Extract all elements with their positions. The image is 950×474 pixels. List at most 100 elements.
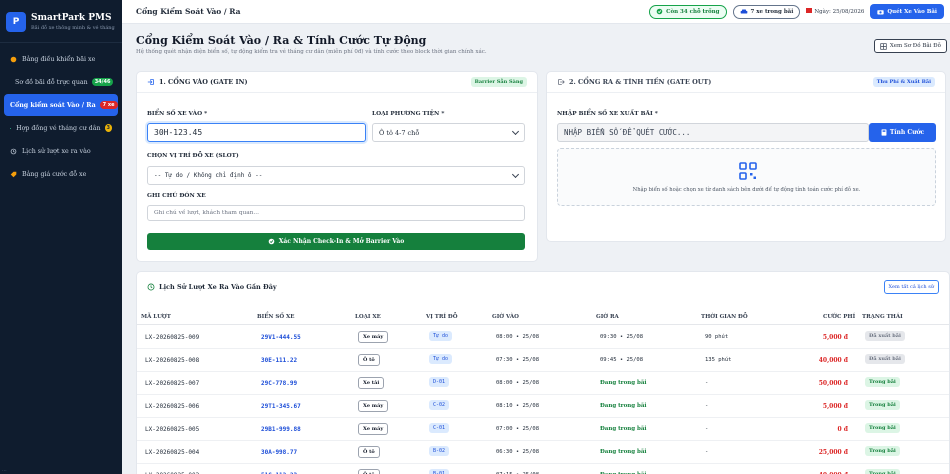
row-status-badge: Trong bãi	[865, 446, 900, 456]
brand[interactable]: P SmartPark PMS Bãi đỗ xe thông minh & v…	[0, 0, 122, 43]
table-row[interactable]: LX-20260825-009 29V1-444.55 Xe máy Tự do 08:…	[137, 326, 949, 349]
row-slot: D-01	[429, 377, 450, 387]
history-icon	[147, 283, 155, 291]
row-time-out: Đang trong bãi	[600, 449, 647, 455]
gate-out-header: 2. CỔNG RA & TÍNH TIỀN (GATE OUT) Thu Ph…	[547, 72, 945, 93]
brand-subtitle: Bãi đỗ xe thông minh & vé tháng	[31, 25, 115, 31]
brand-title: SmartPark PMS	[31, 13, 112, 23]
plate-in-input[interactable]: 30H-123.45	[147, 123, 366, 142]
row-time-in: 07:30 • 25/08	[496, 357, 540, 363]
topbar: Cổng Kiểm Soát Vào / Ra Còn 34 chỗ trống…	[122, 0, 950, 24]
sidebar-nav: Bảng điều khiển bãi xe Sơ đồ bãi đỗ trực…	[0, 43, 122, 185]
row-id: LX-20260825-005	[145, 426, 200, 433]
vehicle-type-label: LOẠI PHƯƠNG TIỆN *	[372, 111, 445, 117]
page-title: Cổng Kiểm Soát Vào / Ra & Tính Cước Tự Đ…	[136, 34, 427, 47]
row-fee: 40,000 đ	[818, 357, 848, 364]
sidebar-item-contracts[interactable]: Hợp đồng vé tháng cư dân 3	[4, 117, 118, 139]
sidebar-item-label: Hợp đồng vé tháng cư dân	[16, 124, 101, 132]
sidebar-item-label: Bảng điều khiển bãi xe	[22, 55, 96, 63]
table-row[interactable]: LX-20260825-00351G-112.23Ô tôB-0107:15 •…	[137, 464, 949, 474]
view-map-button[interactable]: Xem Sơ Đồ Bãi Đỗ	[873, 39, 947, 53]
row-vehicle-type: Ô tô	[358, 354, 380, 366]
row-vehicle-type: Xe máy	[358, 331, 389, 343]
fee-result-area: Nhập biển số hoặc chọn xe từ danh sách b…	[557, 148, 936, 206]
main-content: Cổng Kiểm Soát Vào / Ra & Tính Cước Tự Đ…	[122, 24, 950, 474]
row-status-badge: Trong bãi	[865, 400, 900, 410]
row-status-badge: Trong bãi	[865, 377, 900, 387]
note-input[interactable]: Ghi chú về lượt, khách tham quan...	[147, 205, 525, 221]
cars-in-pill[interactable]: 7 xe trong bãi	[732, 4, 801, 19]
row-time-out: Đang trong bãi	[600, 403, 647, 409]
row-plate[interactable]: 29C-778.99	[261, 380, 297, 387]
camera-icon	[877, 9, 885, 14]
flag-icon	[806, 8, 813, 13]
row-time-in: 08:00 • 25/08	[496, 380, 540, 386]
table-row[interactable]: LX-20260825-004 30A-998.77 Ô tô B-02 06:30 •…	[137, 441, 949, 464]
plate-out-input[interactable]: NHẬP BIỂN SỐ ĐỂ QUÉT CƯỚC...	[557, 123, 869, 142]
col-type: LOẠI XE	[355, 314, 381, 320]
date-label: Ngày: 25/08/2026	[814, 9, 865, 15]
row-vehicle-type: Xe máy	[358, 400, 389, 412]
vehicle-type-select[interactable]: Ô tô 4-7 chỗ	[372, 123, 525, 142]
sidebar-item-dashboard[interactable]: Bảng điều khiển bãi xe	[4, 48, 118, 70]
history-icon	[10, 148, 17, 154]
sidebar-item-map[interactable]: Sơ đồ bãi đỗ trực quan 34/46	[4, 71, 118, 93]
free-slots-pill[interactable]: Còn 34 chỗ trống	[649, 4, 727, 19]
row-vehicle-type: Ô tô	[358, 469, 380, 474]
scan-in-button[interactable]: Quét Xe Vào Bãi	[870, 4, 944, 19]
sidebar-item-label: Bảng giá cước đỗ xe	[22, 170, 87, 178]
table-row[interactable]: LX-20260825-008 30E-111.22 Ô tô Tự do 07:30 …	[137, 349, 949, 372]
table-row[interactable]: LX-20260825-006 29T1-345.67 Xe máy C-02 08:1…	[137, 395, 949, 418]
row-fee: 50,000 đ	[818, 380, 848, 387]
row-plate[interactable]: 29T1-345.67	[261, 403, 301, 410]
col-id: MÃ LƯỢT	[141, 314, 171, 320]
row-duration: -	[705, 380, 709, 386]
history-header: Lịch Sử Lượt Xe Ra Vào Gần Đây	[147, 283, 277, 291]
slot-select[interactable]: -- Tự do / Không chỉ định ô --	[147, 166, 525, 185]
cars-in-badge: 7 xe	[99, 101, 118, 109]
scan-in-label: Quét Xe Vào Bãi	[887, 8, 937, 15]
table-row[interactable]: LX-20260825-007 29C-778.99 Xe tải D-01 08:00…	[137, 372, 949, 395]
plate-in-label: BIỂN SỐ XE VÀO *	[147, 111, 208, 117]
qr-code-icon	[739, 162, 757, 180]
chevron-down-icon	[511, 127, 520, 136]
row-id: LX-20260825-009	[145, 334, 200, 341]
sidebar-item-history[interactable]: Lịch sử lượt xe ra vào	[4, 140, 118, 162]
dashboard-icon	[10, 56, 17, 62]
vehicle-type-value: Ô tô 4-7 chỗ	[379, 128, 420, 137]
col-fee: CƯỚC PHÍ	[823, 314, 856, 320]
calculator-icon	[881, 129, 887, 136]
row-slot: Tự do	[429, 331, 453, 341]
row-duration: 135 phút	[705, 357, 732, 363]
row-id: LX-20260825-008	[145, 357, 200, 364]
row-plate[interactable]: 29V1-444.55	[261, 334, 301, 341]
row-plate[interactable]: 30A-998.77	[261, 449, 297, 456]
row-time-out: 09:30 • 25/08	[600, 334, 644, 340]
row-slot: C-01	[429, 423, 450, 433]
check-in-button[interactable]: Xác Nhận Check-In & Mở Barrier Vào	[147, 233, 525, 250]
check-circle-icon	[656, 8, 663, 15]
status-url: ...	[2, 467, 7, 473]
row-time-in: 08:10 • 25/08	[496, 403, 540, 409]
sidebar-item-label: Sơ đồ bãi đỗ trực quan	[15, 78, 88, 86]
sidebar-item-prices[interactable]: Bảng giá cước đỗ xe	[4, 163, 118, 185]
row-duration: -	[705, 426, 709, 432]
page-subtitle: Hệ thống quét nhận diện biển số, tự động…	[136, 49, 487, 55]
view-all-history-button[interactable]: Xem tất cả lịch sử	[883, 280, 939, 294]
row-plate[interactable]: 30E-111.22	[261, 357, 297, 364]
plate-out-label: NHẬP BIỂN SỐ XE XUẤT BÃI *	[557, 111, 658, 117]
row-id: LX-20260825-004	[145, 449, 200, 456]
table-row[interactable]: LX-20260825-005 29B1-999.88 Xe máy C-01 07:0…	[137, 418, 949, 441]
sidebar-item-gate[interactable]: Cổng kiểm soát Vào / Ra 7 xe	[4, 94, 118, 116]
row-plate[interactable]: 29B1-999.88	[261, 426, 301, 433]
calc-fee-button[interactable]: Tính Cước	[869, 123, 936, 142]
car-icon	[740, 9, 747, 14]
row-duration: -	[705, 403, 709, 409]
check-in-label: Xác Nhận Check-In & Mở Barrier Vào	[278, 238, 405, 245]
current-date: Ngày: 25/08/2026	[806, 8, 864, 15]
history-card: Lịch Sử Lượt Xe Ra Vào Gần Đây Xem tất c…	[136, 271, 950, 474]
gate-out-title-wrap: 2. CỔNG RA & TÍNH TIỀN (GATE OUT)	[557, 78, 711, 86]
sidebar-item-label: Cổng kiểm soát Vào / Ra	[10, 101, 96, 109]
row-vehicle-type: Xe máy	[358, 423, 389, 435]
chevron-down-icon	[511, 170, 520, 179]
